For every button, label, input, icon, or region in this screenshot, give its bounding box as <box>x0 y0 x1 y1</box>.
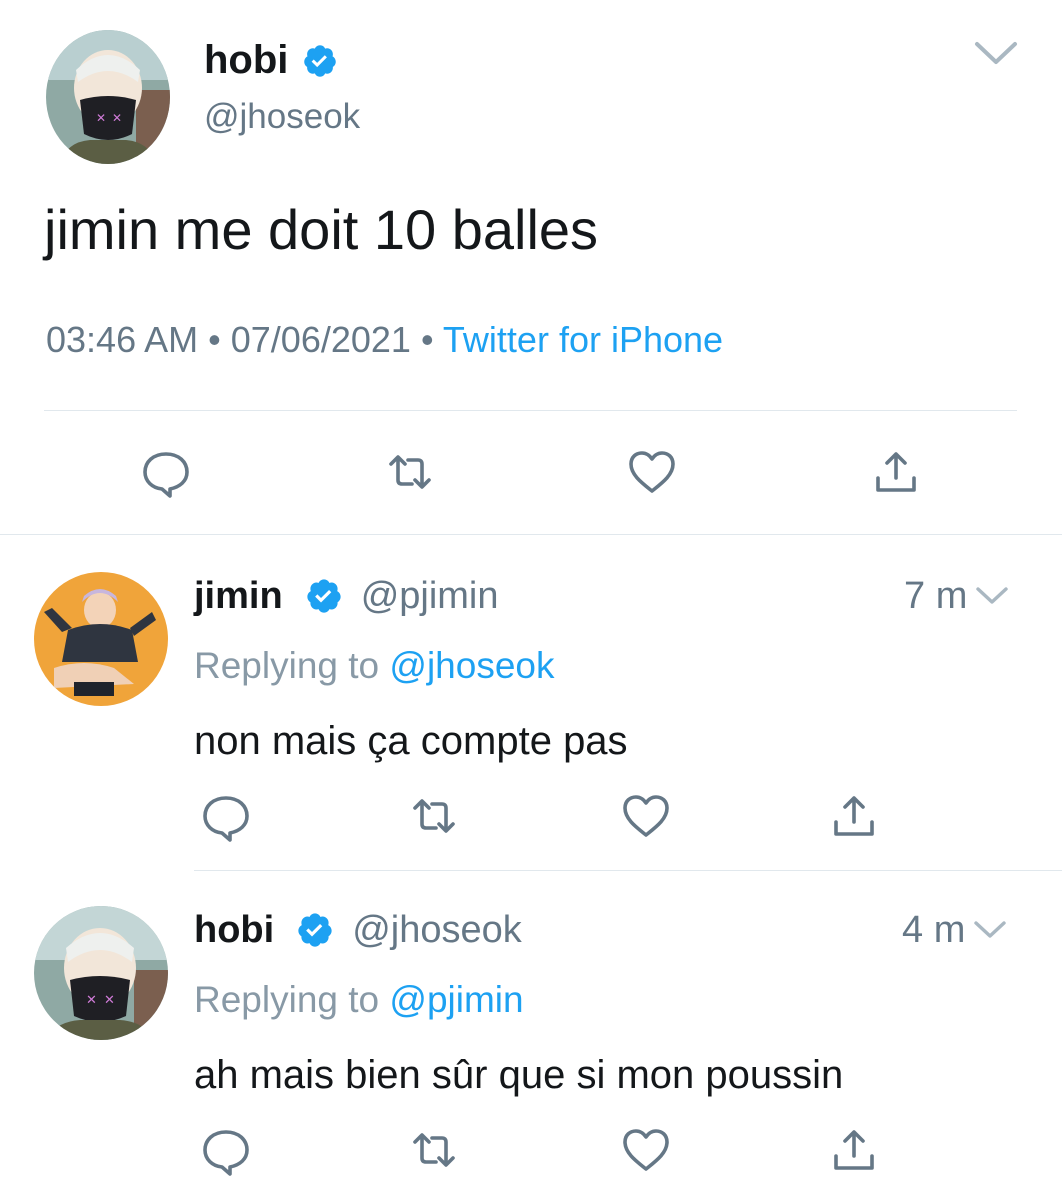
reply-icon[interactable] <box>198 1122 254 1178</box>
time-ago: 7 m <box>904 575 968 617</box>
tweet-meta: 03:46 AM • 07/06/2021 • Twitter for iPho… <box>46 316 723 364</box>
reply-header: hobi @jhoseok <box>194 906 522 954</box>
reply-icon[interactable] <box>138 444 194 500</box>
replying-to: Replying to @pjimin <box>194 976 524 1024</box>
handle[interactable]: @pjimin <box>361 572 499 620</box>
timestamp: 7 m <box>904 572 1009 620</box>
tweet-text: jimin me doit 10 balles <box>44 198 599 261</box>
share-icon[interactable] <box>826 788 882 844</box>
avatar[interactable] <box>34 572 168 706</box>
replying-to: Replying to @jhoseok <box>194 642 554 690</box>
chevron-down-icon[interactable] <box>973 919 1007 941</box>
verified-badge-icon <box>302 42 338 78</box>
replying-prefix: Replying to <box>194 979 380 1020</box>
divider <box>44 410 1017 411</box>
meta-separator: • <box>208 319 221 360</box>
svg-text:✕: ✕ <box>112 111 122 125</box>
author-name[interactable]: hobi <box>204 36 338 84</box>
time-ago: 4 m <box>902 909 966 951</box>
tweet-source-link[interactable]: Twitter for iPhone <box>443 319 723 360</box>
tweet-time: 03:46 AM <box>46 319 199 360</box>
like-icon[interactable] <box>618 788 674 844</box>
display-name: hobi <box>204 38 289 82</box>
reply-icon[interactable] <box>198 788 254 844</box>
share-icon[interactable] <box>868 444 924 500</box>
chevron-down-icon[interactable] <box>973 38 1019 68</box>
like-icon[interactable] <box>624 444 680 500</box>
verified-badge-icon <box>305 577 343 615</box>
avatar[interactable]: ✕ ✕ <box>46 30 170 164</box>
display-name[interactable]: hobi <box>194 906 274 954</box>
handle[interactable]: @jhoseok <box>352 906 522 954</box>
display-name[interactable]: jimin <box>194 572 283 620</box>
avatar[interactable]: ✕ ✕ <box>34 906 168 1040</box>
mention-link[interactable]: @pjimin <box>389 979 523 1020</box>
retweet-icon[interactable] <box>406 788 462 844</box>
reply-header: jimin @pjimin <box>194 572 499 620</box>
chevron-down-icon[interactable] <box>975 585 1009 607</box>
svg-text:✕: ✕ <box>96 111 106 125</box>
share-icon[interactable] <box>826 1122 882 1178</box>
retweet-icon[interactable] <box>406 1122 462 1178</box>
like-icon[interactable] <box>618 1122 674 1178</box>
divider <box>0 534 1062 535</box>
replying-prefix: Replying to <box>194 645 380 686</box>
mention-link[interactable]: @jhoseok <box>389 645 554 686</box>
reply-text: ah mais bien sûr que si mon poussin <box>194 1053 844 1097</box>
divider <box>194 870 1062 871</box>
timestamp: 4 m <box>902 906 1007 954</box>
verified-badge-icon <box>296 911 334 949</box>
reply-text: non mais ça compte pas <box>194 719 628 763</box>
tweet-date: 07/06/2021 <box>230 319 411 360</box>
svg-text:✕: ✕ <box>86 993 97 1008</box>
retweet-icon[interactable] <box>382 444 438 500</box>
svg-text:✕: ✕ <box>104 993 115 1008</box>
author-handle[interactable]: @jhoseok <box>204 96 360 138</box>
meta-separator: • <box>420 319 434 360</box>
